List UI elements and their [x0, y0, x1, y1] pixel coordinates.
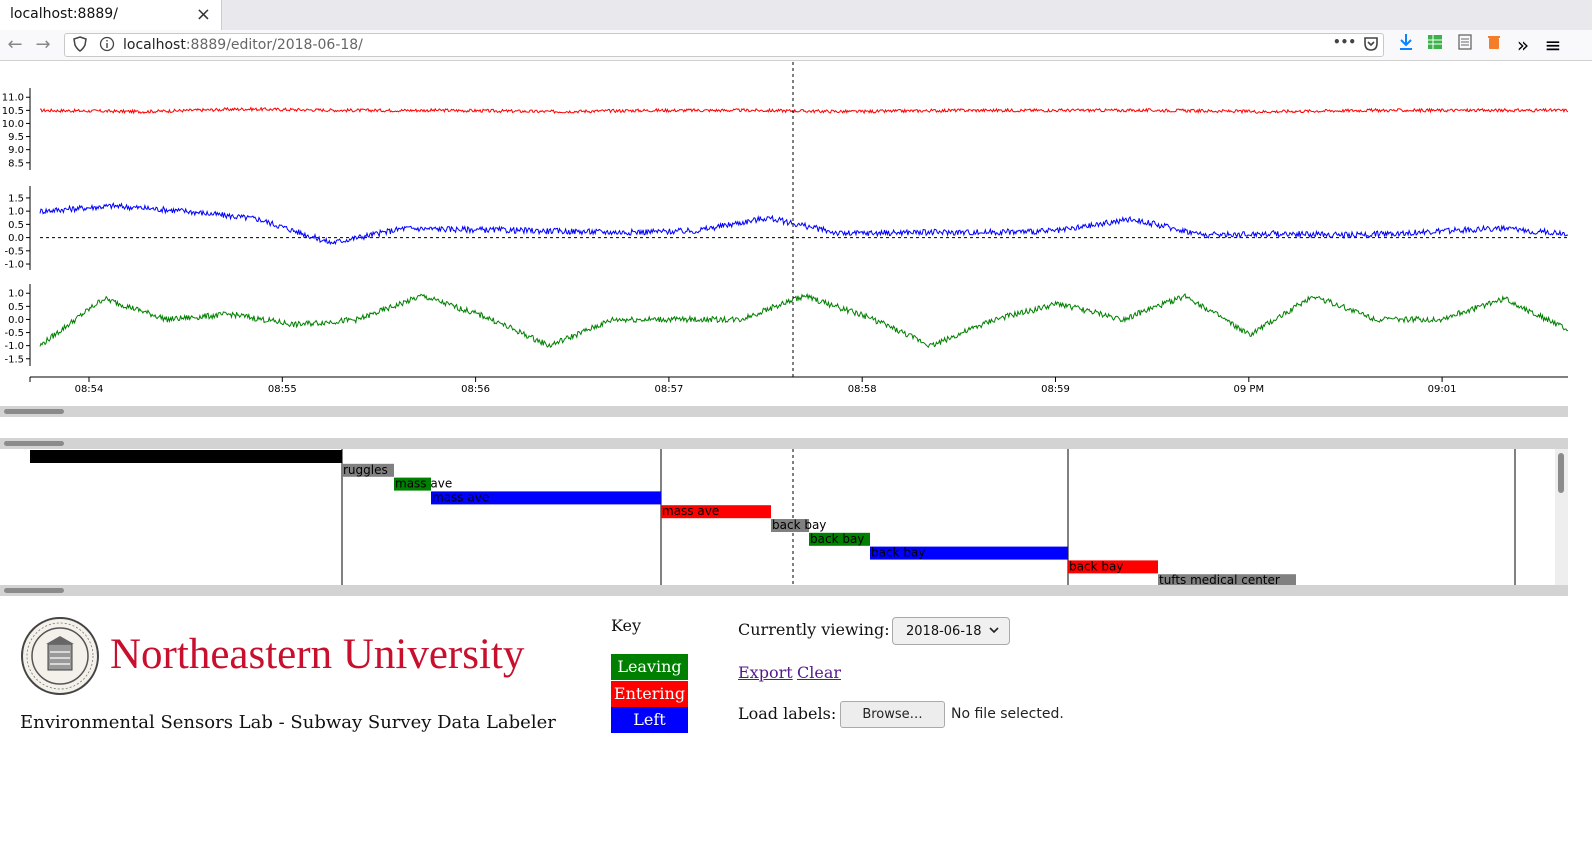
page-actions-icon[interactable]: •••: [1333, 35, 1356, 49]
more-tools-icon[interactable]: »: [1511, 33, 1535, 57]
x-tick-label: 08:57: [654, 384, 683, 395]
y-tick-label: 9.5: [8, 132, 24, 143]
selected-date: 2018-06-18: [906, 624, 982, 639]
y-tick-label: 0.0: [8, 233, 24, 244]
x-tick-label: 09:01: [1428, 384, 1457, 395]
date-select[interactable]: 2018-06-18: [892, 617, 1010, 645]
x-tick-label: 08:56: [461, 384, 490, 395]
download-icon[interactable]: [1394, 33, 1418, 57]
label-bar-text: mass ave: [432, 490, 489, 504]
y-tick-label: 0.0: [8, 315, 24, 326]
info-icon[interactable]: [99, 36, 115, 56]
signal-panel-3: 1.0 0.5 0.0 -0.5 -1.0 -1.5: [4, 284, 1568, 366]
forward-arrow-icon[interactable]: →: [31, 33, 55, 57]
close-tab-icon[interactable]: ×: [196, 4, 211, 25]
browser-tab[interactable]: localhost:8889/ ×: [0, 0, 222, 30]
y-tick-label: 11.0: [2, 93, 24, 104]
university-seal-logo: [20, 616, 100, 700]
url-bar[interactable]: localhost:8889/editor/2018-06-18/ •••: [64, 33, 1384, 57]
signal-panel-1: 11.0 10.5 10.0 9.5 9.0 8.5: [2, 88, 1568, 170]
signals-horizontal-scrollbar[interactable]: [0, 406, 1568, 417]
url-text: localhost:8889/editor/2018-06-18/: [123, 37, 363, 53]
y-tick-label: -1.0: [4, 341, 24, 352]
y-tick-label: -1.0: [4, 260, 24, 271]
x-tick-label: 08:54: [75, 384, 104, 395]
y-tick-label: 0.5: [8, 302, 24, 313]
signal-series-3: [39, 292, 1568, 349]
tab-bar: localhost:8889/ ×: [0, 0, 1592, 31]
y-tick-label: 1.0: [8, 207, 24, 218]
label-bar-text: tufts medical center: [1159, 573, 1280, 585]
signal-panel-2: 1.5 1.0 0.5 0.0 -0.5 -1.0: [4, 186, 1568, 271]
browse-button[interactable]: Browse…: [840, 701, 945, 728]
back-arrow-icon[interactable]: ←: [3, 33, 27, 57]
university-name: Northeastern University: [110, 631, 525, 678]
scrollbar-thumb[interactable]: [4, 441, 64, 446]
time-axis: 08:54 08:55 08:56 08:57 08:58 08:59 09 PM 09:01: [29, 376, 1568, 395]
key-leaving: Leaving: [611, 654, 688, 680]
label-timeline-svg: rugglesmass avemass avemass aveback bayb…: [30, 449, 1516, 585]
file-status: No file selected.: [951, 706, 1064, 722]
y-tick-label: 8.5: [8, 158, 24, 169]
y-tick-label: -0.5: [4, 246, 24, 257]
x-tick-label: 09 PM: [1234, 384, 1265, 395]
x-tick-label: 08:58: [848, 384, 877, 395]
y-tick-label: -0.5: [4, 328, 24, 339]
url-host: localhost: [123, 37, 186, 53]
label-bar-text: back bay: [871, 546, 925, 560]
currently-viewing-label: Currently viewing:: [738, 620, 890, 639]
pocket-icon[interactable]: [1363, 36, 1379, 56]
label-bar-text: ruggles: [343, 463, 388, 477]
label-bar-text: back bay: [810, 532, 864, 546]
chevron-down-icon: [989, 624, 999, 637]
lab-title: Environmental Sensors Lab - Subway Surve…: [20, 712, 556, 733]
y-tick-label: 9.0: [8, 145, 24, 156]
navigation-bar: ← → localhost:8889/editor/2018-06-18/ ••…: [0, 30, 1592, 61]
trash-extension-icon[interactable]: [1482, 33, 1506, 57]
labels-horizontal-scrollbar[interactable]: [0, 585, 1568, 596]
scrollbar-thumb[interactable]: [4, 588, 64, 593]
label-bar-text: back bay: [772, 518, 826, 532]
menu-icon[interactable]: ≡: [1541, 33, 1565, 57]
y-tick-label: 1.0: [8, 289, 24, 300]
key-entering: Entering: [611, 681, 688, 707]
label-bar-text: back bay: [1069, 559, 1123, 573]
label-bar-text: mass ave: [662, 504, 719, 518]
clear-link[interactable]: Clear: [797, 663, 841, 682]
y-tick-label: 0.5: [8, 220, 24, 231]
reader-view-icon[interactable]: [1453, 33, 1477, 57]
y-tick-label: 10.0: [2, 119, 24, 130]
sensor-signals-chart: 11.0 10.5 10.0 9.5 9.0 8.5 1.5 1.0 0.5 0.0 -0.5 -1.…: [2, 62, 1568, 395]
load-labels-label: Load labels:: [738, 704, 837, 723]
y-tick-label: 10.5: [2, 106, 24, 117]
tab-title: localhost:8889/: [10, 6, 118, 22]
y-tick-label: -1.5: [4, 354, 24, 365]
x-tick-label: 08:55: [268, 384, 297, 395]
key-left: Left: [611, 707, 688, 733]
scrollbar-thumb[interactable]: [1558, 453, 1564, 493]
label-timeline: ruggles mass ave mass ave mass ave back bay b…: [0, 449, 1568, 585]
spreadsheet-extension-icon[interactable]: [1423, 33, 1447, 57]
labels-top-scrollbar[interactable]: [0, 438, 1568, 449]
scrollbar-thumb[interactable]: [4, 409, 64, 414]
label-bar[interactable]: [30, 450, 342, 463]
url-path: :8889/editor/2018-06-18/: [185, 37, 363, 53]
signal-series-1: [39, 106, 1568, 115]
key-title: Key: [611, 616, 642, 635]
label-bar-text: mass ave: [395, 477, 452, 491]
labels-vertical-scrollbar[interactable]: [1555, 449, 1568, 585]
export-link[interactable]: Export: [738, 663, 793, 682]
y-tick-label: 1.5: [8, 193, 24, 204]
shield-icon[interactable]: [73, 36, 87, 56]
x-tick-label: 08:59: [1041, 384, 1070, 395]
